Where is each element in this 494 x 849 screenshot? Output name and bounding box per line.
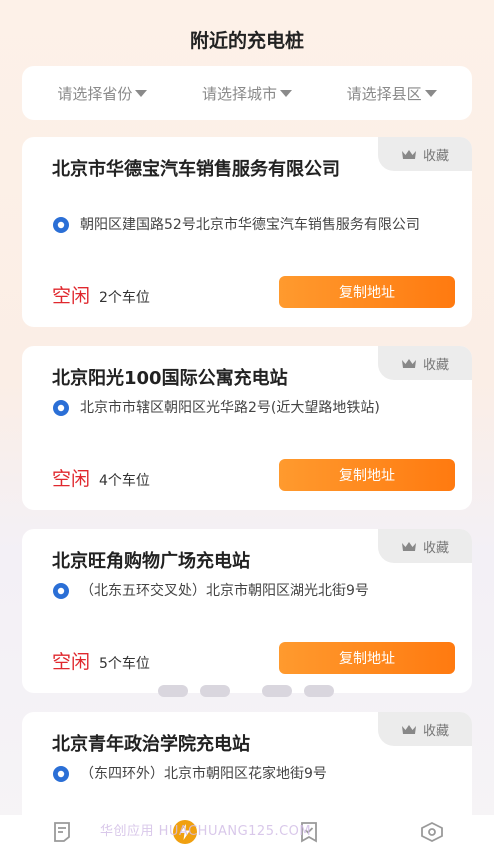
- location-pin-icon: [53, 217, 69, 233]
- district-select-label: 请选择县区: [346, 84, 422, 103]
- station-card: 收藏 北京市华德宝汽车销售服务有限公司 朝阳区建国路52号北京市华德宝汽车销售服…: [22, 137, 472, 327]
- city-select-label: 请选择城市: [201, 84, 277, 103]
- station-status-row: 空闲 5个车位: [52, 647, 150, 674]
- station-card: 收藏 北京旺角购物广场充电站 （北东五环交叉处）北京市朝阳区湖光北街9号 空闲 …: [22, 529, 472, 693]
- chevron-down-icon: [135, 89, 148, 97]
- favorite-button[interactable]: 收藏: [378, 346, 472, 380]
- favorite-label: 收藏: [422, 148, 449, 164]
- parking-spots-count: 4个车位: [99, 473, 150, 489]
- chevron-down-icon: [424, 89, 437, 97]
- profile-icon: [421, 821, 444, 843]
- crown-icon: [401, 541, 416, 551]
- region-filter-bar: 请选择省份 请选择城市 请选择县区: [22, 66, 472, 120]
- station-status-row: 空闲 4个车位: [52, 464, 150, 491]
- station-status-row: 空闲 2个车位: [52, 281, 150, 308]
- document-icon: [53, 822, 70, 842]
- favorite-button[interactable]: 收藏: [378, 529, 472, 563]
- parking-spots-count: 2个车位: [99, 290, 150, 306]
- station-card: 收藏 北京青年政治学院充电站 （东四环外）北京市朝阳区花家地街9号: [22, 712, 472, 832]
- crown-icon: [401, 149, 416, 159]
- page-title: 附近的充电桩: [189, 30, 304, 52]
- station-address-row: 北京市市辖区朝阳区光华路2号(近大望路地铁站): [52, 398, 422, 418]
- favorite-label: 收藏: [422, 540, 449, 556]
- station-address: （北东五环交叉处）北京市朝阳区湖光北街9号: [80, 583, 369, 599]
- favorite-button[interactable]: 收藏: [378, 137, 472, 171]
- status-badge: 空闲: [52, 651, 91, 673]
- station-address-row: （北东五环交叉处）北京市朝阳区湖光北街9号: [52, 581, 422, 601]
- station-address: 朝阳区建国路52号北京市华德宝汽车销售服务有限公司: [80, 217, 420, 233]
- favorite-label: 收藏: [422, 723, 449, 739]
- city-select[interactable]: 请选择城市: [202, 83, 292, 104]
- station-address: 北京市市辖区朝阳区光华路2号(近大望路地铁站): [80, 400, 380, 416]
- status-badge: 空闲: [52, 468, 91, 490]
- parking-spots-count: 5个车位: [99, 656, 150, 672]
- watermark: 华创应用 HUACHUANG125.COM: [100, 824, 312, 839]
- favorite-label: 收藏: [422, 357, 449, 373]
- copy-address-button[interactable]: 复制地址: [279, 276, 455, 308]
- crown-icon: [401, 724, 416, 734]
- tab-document[interactable]: [49, 819, 75, 845]
- chevron-down-icon: [279, 89, 292, 97]
- copy-address-button[interactable]: 复制地址: [279, 459, 455, 491]
- station-name: 北京阳光100国际公寓充电站: [52, 368, 288, 389]
- province-select-label: 请选择省份: [57, 84, 133, 103]
- station-name: 北京青年政治学院充电站: [52, 734, 250, 755]
- station-card: 收藏 北京阳光100国际公寓充电站 北京市市辖区朝阳区光华路2号(近大望路地铁站…: [22, 346, 472, 510]
- favorite-button[interactable]: 收藏: [378, 712, 472, 746]
- background-decoration: [150, 681, 350, 701]
- station-address: （东四环外）北京市朝阳区花家地街9号: [80, 766, 327, 782]
- tab-profile[interactable]: [419, 819, 445, 845]
- station-address-row: （东四环外）北京市朝阳区花家地街9号: [52, 764, 422, 784]
- station-address-row: 朝阳区建国路52号北京市华德宝汽车销售服务有限公司: [52, 215, 422, 235]
- location-pin-icon: [53, 583, 69, 599]
- station-name: 北京旺角购物广场充电站: [52, 551, 250, 572]
- location-pin-icon: [53, 766, 69, 782]
- copy-address-button[interactable]: 复制地址: [279, 642, 455, 674]
- station-name: 北京市华德宝汽车销售服务有限公司: [52, 159, 340, 180]
- district-select[interactable]: 请选择县区: [347, 83, 437, 104]
- crown-icon: [401, 358, 416, 368]
- province-select[interactable]: 请选择省份: [57, 83, 148, 104]
- status-badge: 空闲: [52, 285, 91, 307]
- location-pin-icon: [53, 400, 69, 416]
